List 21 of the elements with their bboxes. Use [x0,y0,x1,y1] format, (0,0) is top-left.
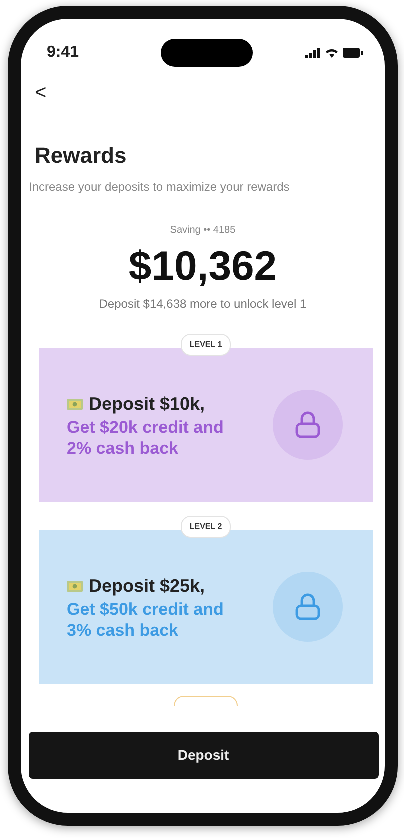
battery-icon [343,48,363,58]
level-benefit: Get $20k credit and 2% cash back [67,418,225,459]
banknote-icon [67,399,83,410]
page-title: Rewards [35,142,128,170]
banknote-icon [67,581,83,592]
status-time: 9:41 [47,43,80,63]
level-tag: LEVEL 2 [180,516,232,538]
deposit-button[interactable]: Deposit [28,732,378,780]
level-headline: Deposit $10k, [89,393,206,416]
account-label: Saving •• 4185 [169,224,237,238]
wifi-icon [325,48,339,58]
level-tag: LEVEL 1 [180,334,232,356]
signal-icon [305,48,321,58]
back-button[interactable]: < [21,83,61,103]
lock-icon [295,411,321,440]
lock-icon [295,593,321,622]
unlock-note: Deposit $14,638 more to unlock level 1 [98,296,308,314]
page-subtitle: Increase your deposits to maximize your rewards [29,179,291,196]
level-headline: Deposit $25k, [89,575,206,598]
balance-amount: $10,362 [128,244,278,290]
level-benefit: Get $50k credit and 3% cash back [67,600,225,641]
